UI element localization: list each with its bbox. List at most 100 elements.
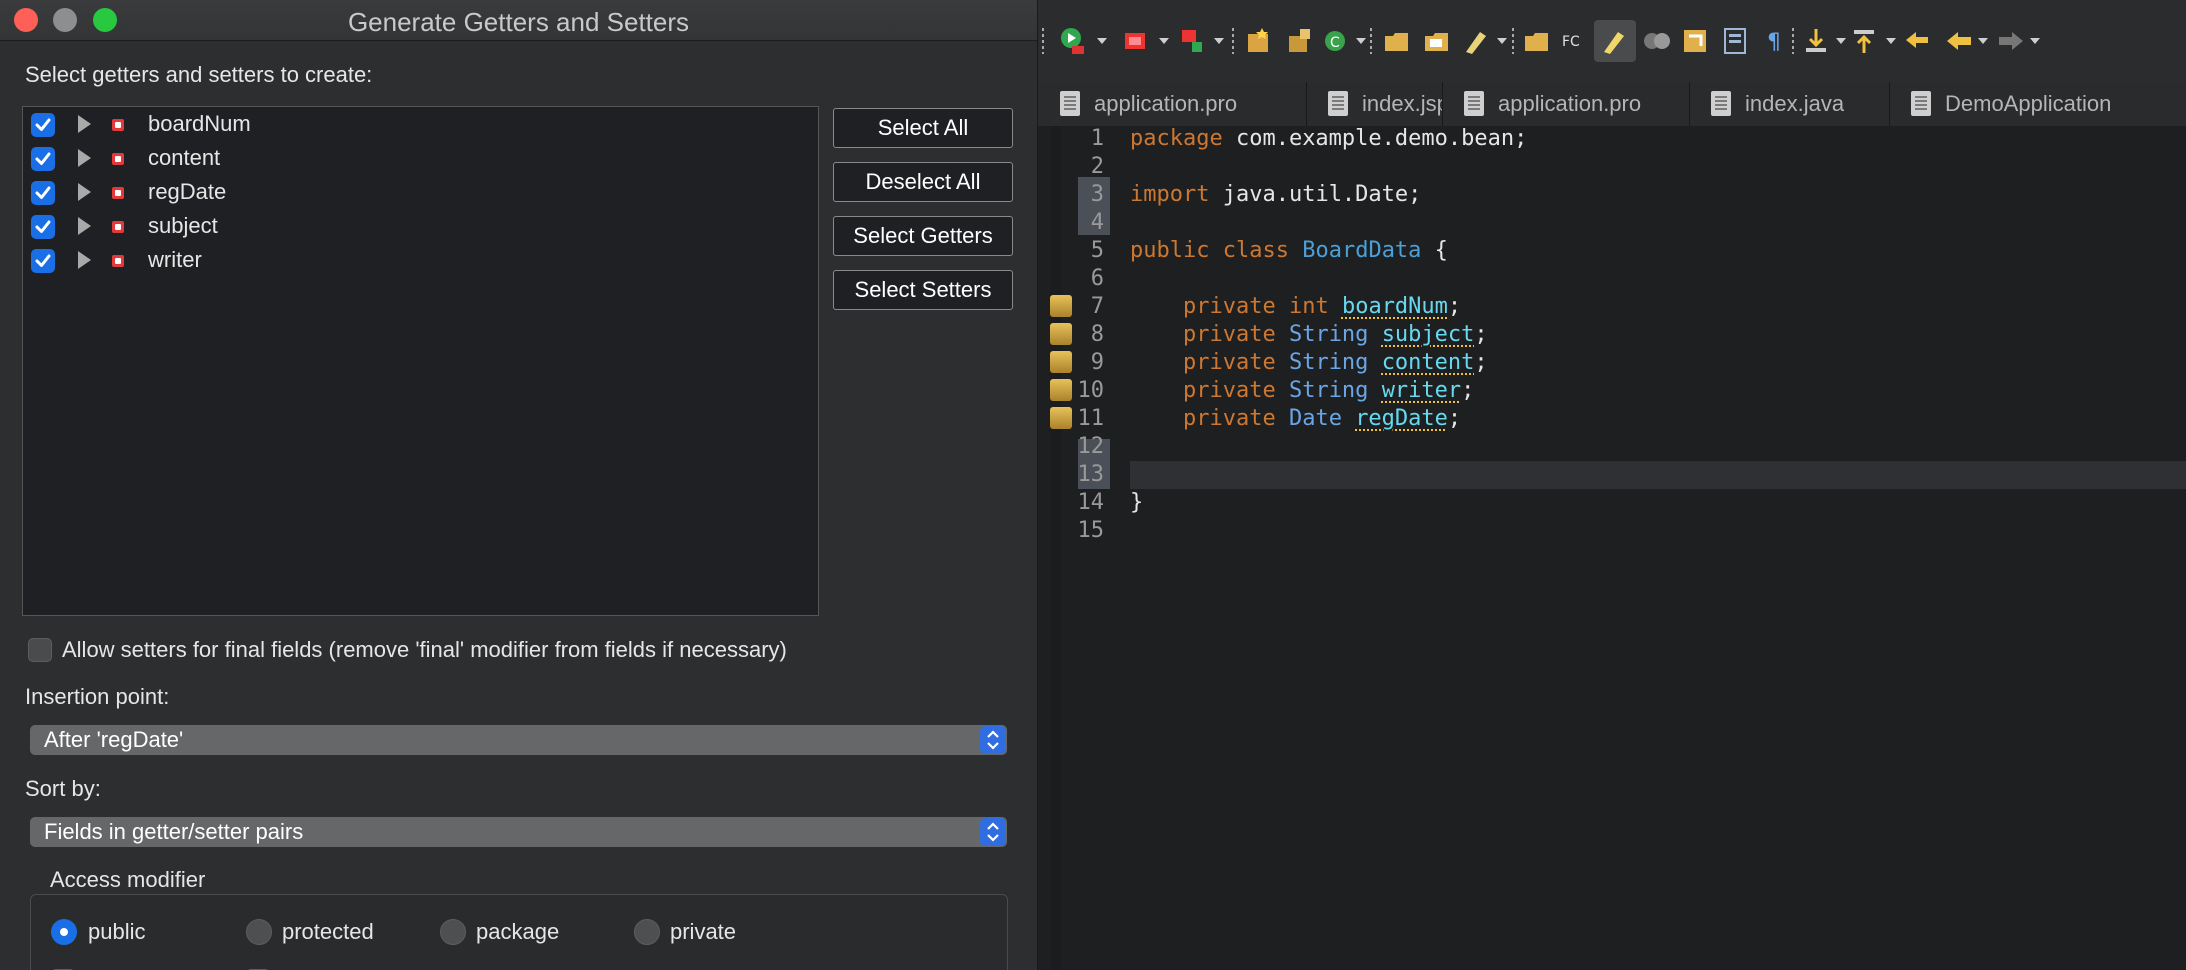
type: Date: [1288, 406, 1342, 431]
private-field-icon: [112, 221, 124, 233]
ide-toolbar: C FC ¶: [1038, 0, 2186, 83]
field-row-boardnum[interactable]: boardNum: [23, 108, 818, 140]
line-number: 12: [1077, 434, 1105, 459]
dropdown-arrow-icon[interactable]: [1214, 38, 1224, 44]
toolbar-separator: [1512, 28, 1514, 54]
expand-arrow-icon[interactable]: [78, 115, 91, 133]
field-name: regDate: [148, 179, 227, 204]
insertion-point-select[interactable]: After 'regDate': [30, 725, 1007, 755]
refactor-icon[interactable]: FC: [1560, 26, 1590, 56]
field-row-content[interactable]: content: [23, 142, 818, 174]
type: String: [1288, 378, 1369, 403]
line-number: 6: [1090, 266, 1104, 291]
tab-application-pro-2[interactable]: application.pro: [1442, 82, 1690, 126]
tab-index-java[interactable]: index.java: [1689, 82, 1890, 126]
select-setters-button[interactable]: Select Setters: [833, 270, 1013, 310]
java-file-icon: [1711, 91, 1731, 116]
line-number: 3: [1090, 182, 1104, 207]
field-name: subject: [148, 213, 218, 238]
field-row-regdate[interactable]: regDate: [23, 176, 818, 208]
sort-by-label: Sort by:: [25, 776, 101, 801]
properties-file-icon: [1464, 91, 1484, 116]
semicolon: ;: [1447, 294, 1462, 319]
tab-application-pro[interactable]: application.pro: [1038, 82, 1307, 126]
tab-index-jsp[interactable]: index.jsp: [1306, 82, 1443, 126]
field-identifier: content: [1381, 350, 1475, 375]
mark-occurrences-icon: [1604, 32, 1624, 54]
dropdown-arrow-icon[interactable]: [1097, 38, 1107, 44]
allow-final-setters-label: Allow setters for final fields (remove '…: [62, 637, 787, 662]
field-tree-list[interactable]: boardNum content regDate subject writer: [22, 106, 819, 616]
private-field-icon: [112, 153, 124, 165]
radio-public[interactable]: [51, 919, 77, 945]
keyword: private: [1182, 378, 1276, 403]
line-number: 15: [1077, 518, 1105, 543]
field-row-writer[interactable]: writer: [23, 244, 818, 276]
dialog-title: Generate Getters and Setters: [347, 7, 690, 37]
dropdown-arrow-icon[interactable]: [1159, 38, 1169, 44]
select-all-button[interactable]: Select All: [833, 108, 1013, 148]
tab-label: application.pro: [1094, 91, 1238, 116]
line-number: 2: [1090, 154, 1104, 179]
last-edit-location-icon[interactable]: [1902, 26, 1932, 56]
import-name: java.util.Date;: [1209, 182, 1422, 207]
link-editor-icon[interactable]: [1680, 26, 1710, 56]
radio-package[interactable]: [440, 919, 466, 945]
expand-arrow-icon[interactable]: [78, 149, 91, 167]
dropdown-arrow-icon[interactable]: [1886, 38, 1896, 44]
field-row-subject[interactable]: subject: [23, 210, 818, 242]
radio-protected[interactable]: [246, 919, 272, 945]
open-resource-icon[interactable]: [1422, 26, 1452, 56]
checkbox-checked[interactable]: [31, 181, 55, 205]
radio-private[interactable]: [634, 919, 660, 945]
toggle-mark-occurrences-button[interactable]: [1594, 20, 1636, 62]
checkbox-checked[interactable]: [31, 249, 55, 273]
code-line-class: public class BoardData {: [1130, 238, 1448, 263]
open-folder-icon[interactable]: [1522, 26, 1552, 56]
new-package-icon[interactable]: [1284, 26, 1314, 56]
code-line-close: }: [1130, 490, 1143, 515]
select-getters-button[interactable]: Select Getters: [833, 216, 1013, 256]
run-server-icon[interactable]: [1058, 26, 1088, 56]
sort-by-select[interactable]: Fields in getter/setter pairs: [30, 817, 1007, 847]
type: String: [1288, 322, 1369, 347]
next-annotation-icon[interactable]: [1802, 26, 1832, 56]
new-project-icon[interactable]: [1244, 26, 1274, 56]
code-line-import: import java.util.Date;: [1130, 182, 1421, 207]
expand-arrow-icon[interactable]: [78, 217, 91, 235]
line-number: 8: [1090, 322, 1104, 347]
dropdown-arrow-icon[interactable]: [1836, 38, 1846, 44]
dropdown-arrow-icon[interactable]: [2030, 38, 2040, 44]
checkbox-checked[interactable]: [31, 147, 55, 171]
keyword: private: [1182, 406, 1276, 431]
tab-demoapplication[interactable]: DemoApplication: [1889, 82, 2186, 126]
deselect-all-button[interactable]: Deselect All: [833, 162, 1013, 202]
keyword: class: [1222, 238, 1289, 263]
line-number: 10: [1077, 378, 1105, 403]
dropdown-arrow-icon[interactable]: [1356, 38, 1366, 44]
allow-final-setters-checkbox[interactable]: [28, 638, 52, 662]
breadcrumb-icon[interactable]: [1642, 26, 1672, 56]
tab-label: application.pro: [1498, 91, 1642, 116]
dropdown-arrow-icon[interactable]: [1978, 38, 1988, 44]
code-editor[interactable]: 1 2 3 4 5 6 7 8 9 10 11 12 13 14 15 pack…: [1038, 126, 2186, 970]
disconnect-icon[interactable]: [1178, 26, 1208, 56]
checkbox-checked[interactable]: [31, 215, 55, 239]
back-icon[interactable]: [1944, 26, 1974, 56]
expand-arrow-icon[interactable]: [78, 251, 91, 269]
expand-arrow-icon[interactable]: [78, 183, 91, 201]
checkbox-checked[interactable]: [31, 113, 55, 137]
block-selection-icon[interactable]: [1720, 26, 1750, 56]
field-identifier: boardNum: [1341, 294, 1448, 319]
svg-text:¶: ¶: [1767, 30, 1781, 55]
dropdown-arrow-icon[interactable]: [1497, 38, 1507, 44]
package-name: com.example.demo.bean;: [1222, 126, 1528, 151]
highlighter-icon[interactable]: [1462, 26, 1492, 56]
dialog-titlebar[interactable]: Generate Getters and Setters: [0, 0, 1037, 41]
new-class-icon[interactable]: C: [1322, 26, 1352, 56]
forward-icon[interactable]: [1996, 26, 2026, 56]
stop-icon[interactable]: [1120, 26, 1150, 56]
open-type-icon[interactable]: [1382, 26, 1412, 56]
show-whitespace-icon[interactable]: ¶: [1760, 26, 1790, 56]
previous-annotation-icon[interactable]: [1850, 26, 1880, 56]
